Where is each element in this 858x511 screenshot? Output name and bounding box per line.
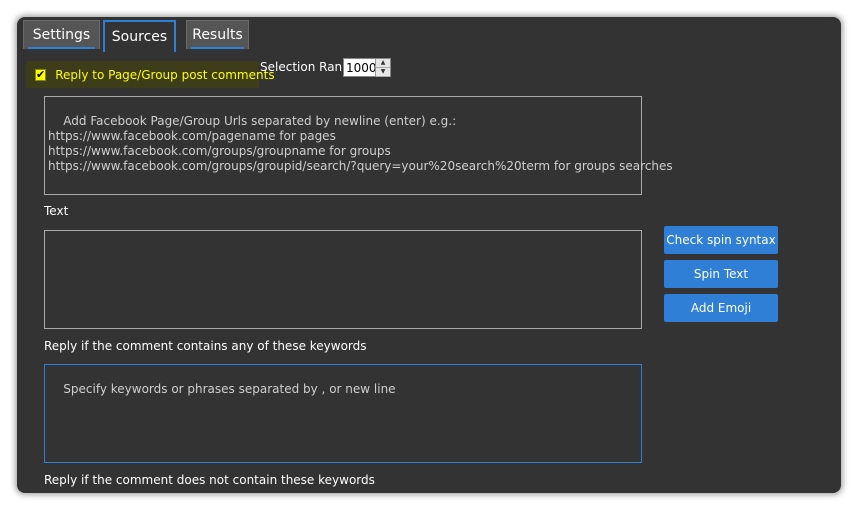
check-spin-syntax-button[interactable]: Check spin syntax bbox=[664, 226, 778, 254]
spin-down-icon[interactable]: ▼ bbox=[376, 68, 390, 77]
tab-results-label: Results bbox=[192, 27, 243, 43]
text-textarea[interactable] bbox=[44, 230, 642, 329]
spin-text-button[interactable]: Spin Text bbox=[664, 260, 778, 288]
tab-results[interactable]: Results bbox=[186, 20, 249, 49]
reply-option-row: ✔ Reply to Page/Group post comments bbox=[26, 61, 275, 88]
main-window: Settings Sources Results ✔ Reply to Page… bbox=[17, 17, 841, 493]
text-label: Text bbox=[44, 204, 69, 218]
exclude-keywords-label: Reply if the comment does not contain th… bbox=[44, 473, 375, 487]
include-keywords-textarea[interactable]: Specify keywords or phrases separated by… bbox=[44, 364, 642, 463]
checkmark-icon: ✔ bbox=[36, 67, 46, 81]
tab-sources-label: Sources bbox=[111, 29, 168, 45]
tab-settings-underline bbox=[28, 47, 95, 49]
selection-rank-value: 1000 bbox=[346, 60, 377, 75]
spin-up-icon[interactable]: ▲ bbox=[376, 59, 390, 68]
selection-rank-spinner: ▲ ▼ bbox=[375, 59, 390, 77]
include-keywords-label: Reply if the comment contains any of the… bbox=[44, 339, 367, 353]
add-emoji-button[interactable]: Add Emoji bbox=[664, 294, 778, 322]
tab-settings-label: Settings bbox=[32, 27, 91, 43]
selection-rank-input[interactable]: 1000 ▲ ▼ bbox=[343, 58, 391, 77]
selection-rank-label: Selection Rank bbox=[260, 60, 350, 74]
tab-settings[interactable]: Settings bbox=[23, 20, 100, 49]
tab-results-underline bbox=[191, 47, 244, 49]
tab-sources[interactable]: Sources bbox=[103, 20, 176, 52]
include-keywords-placeholder: Specify keywords or phrases separated by… bbox=[63, 382, 396, 396]
reply-checkbox[interactable]: ✔ bbox=[35, 67, 47, 81]
urls-textarea[interactable]: Add Facebook Page/Group Urls separated b… bbox=[44, 96, 673, 195]
urls-placeholder: Add Facebook Page/Group Urls separated b… bbox=[48, 114, 673, 173]
reply-checkbox-label[interactable]: Reply to Page/Group post comments bbox=[55, 68, 274, 82]
